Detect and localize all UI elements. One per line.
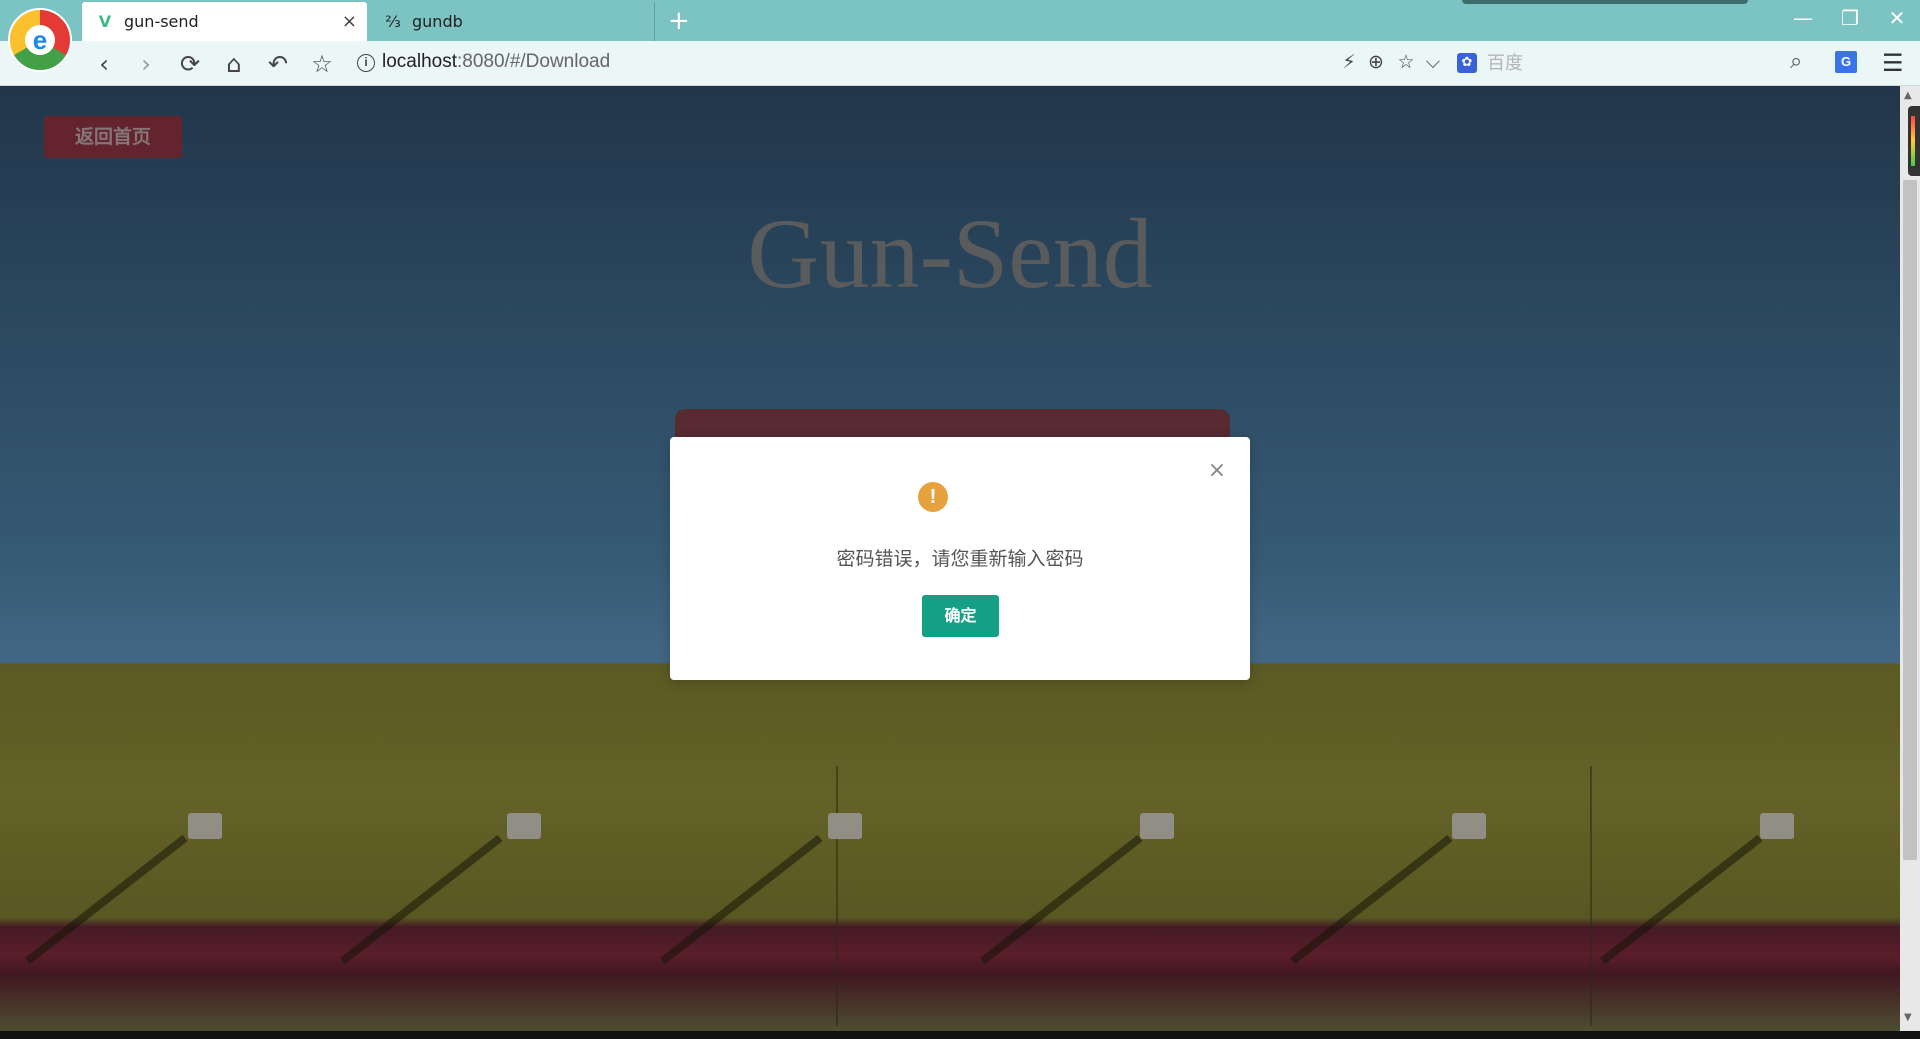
dialog-message: 密码错误，请您重新输入密码 <box>836 548 1084 570</box>
gundb-favicon-icon: ⅔ <box>385 12 401 31</box>
zoom-icon[interactable]: ⊕ <box>1363 51 1389 73</box>
tab-label: gundb <box>412 12 463 31</box>
bookmark-button[interactable]: ☆ <box>306 49 338 79</box>
search-box: ✿ <box>1453 47 1793 79</box>
back-nav-button[interactable]: ‹ <box>88 49 120 79</box>
browser-logo-icon[interactable]: e <box>8 8 72 72</box>
close-window-button[interactable]: ✕ <box>1877 6 1917 30</box>
tab-gun-send[interactable]: V gun-send × <box>82 2 367 41</box>
side-volume-widget[interactable] <box>1908 106 1920 176</box>
home-button[interactable]: ⌂ <box>218 49 250 79</box>
menu-icon[interactable]: ☰ <box>1882 49 1904 77</box>
search-icon[interactable]: ⌕ <box>1790 49 1802 74</box>
undo-close-tab-button[interactable]: ↶ <box>262 49 294 79</box>
tab-label: gun-send <box>124 12 199 31</box>
url-path: :8080/#/Download <box>457 51 611 72</box>
tab-gundb[interactable]: ⅔ gundb <box>370 2 655 41</box>
search-input[interactable] <box>1487 50 1767 76</box>
chevron-down-icon[interactable]: ⌵ <box>1420 51 1446 73</box>
restore-button[interactable]: ❐ <box>1830 6 1870 30</box>
taskbar-edge <box>0 1031 1920 1039</box>
favorite-star-icon[interactable]: ☆ <box>1393 51 1419 73</box>
forward-nav-button[interactable]: › <box>130 49 162 79</box>
new-tab-button[interactable]: + <box>668 6 690 36</box>
close-icon[interactable]: × <box>1204 458 1230 484</box>
titlebar-dropdown-strip <box>1462 0 1748 4</box>
vue-logo-icon: V <box>98 12 112 31</box>
site-info-icon[interactable]: i <box>357 54 375 72</box>
baidu-paw-icon[interactable]: ✿ <box>1457 53 1477 73</box>
scrollbar-thumb[interactable] <box>1903 180 1917 860</box>
browser-toolbar: ‹ › ⟳ ⌂ ↶ ☆ i localhost:8080/#/Download … <box>0 41 1920 86</box>
browser-titlebar: V gun-send × ⅔ gundb + — ❐ ✕ <box>0 0 1920 41</box>
reload-button[interactable]: ⟳ <box>174 49 206 79</box>
minimize-button[interactable]: — <box>1783 6 1823 30</box>
url-host: localhost <box>382 51 457 72</box>
confirm-button[interactable]: 确定 <box>922 595 999 637</box>
translate-icon[interactable]: G <box>1835 51 1857 73</box>
address-bar[interactable]: localhost:8080/#/Download <box>382 51 610 73</box>
tab-close-icon[interactable]: × <box>342 11 357 32</box>
scroll-down-arrow-icon[interactable]: ▼ <box>1904 1012 1912 1023</box>
scroll-up-arrow-icon[interactable]: ▲ <box>1904 90 1912 101</box>
lightning-icon[interactable]: ⚡ <box>1336 51 1362 73</box>
warning-icon: ! <box>918 482 948 512</box>
